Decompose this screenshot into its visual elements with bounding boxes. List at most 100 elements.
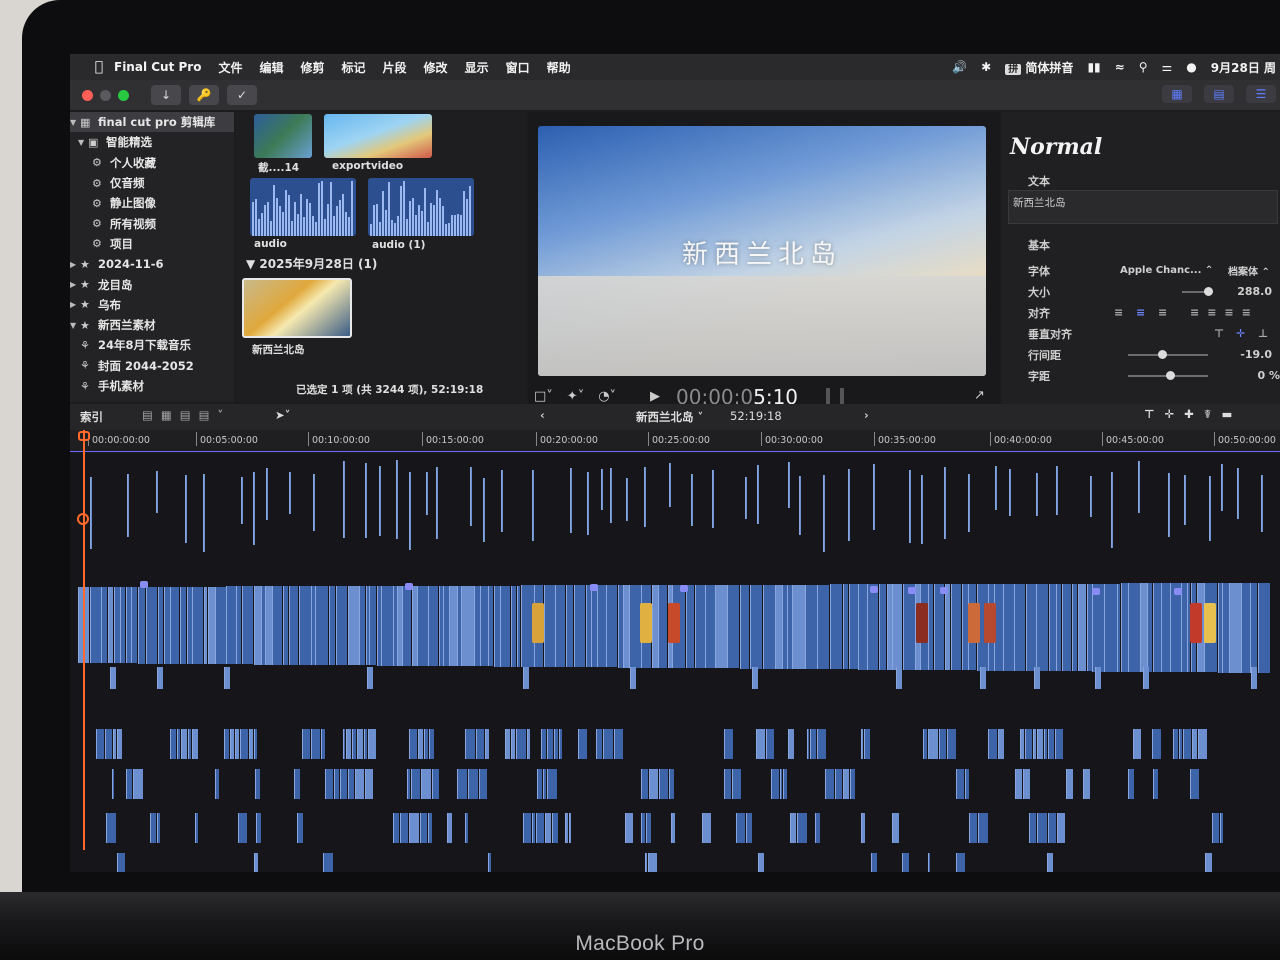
transform-icon[interactable]: □˅: [534, 389, 553, 404]
timeline-clip[interactable]: [848, 584, 858, 670]
menu-clock[interactable]: 9月28日 周: [1211, 59, 1276, 76]
timeline-clip[interactable]: [817, 584, 830, 670]
timeline-clip[interactable]: [176, 729, 180, 759]
timeline-clip[interactable]: [641, 813, 646, 843]
photo-clip[interactable]: [532, 603, 544, 643]
timeline-clip[interactable]: [532, 813, 535, 843]
timeline-clip[interactable]: [630, 667, 637, 689]
timeline-clip[interactable]: [933, 584, 945, 671]
timeline-layout-icon[interactable]: ▤: [1204, 85, 1234, 103]
timeline-clip[interactable]: [510, 585, 517, 667]
background-tasks-icon[interactable]: ✓: [227, 85, 257, 105]
timeline-clip[interactable]: [895, 667, 902, 689]
timeline-clip[interactable]: [195, 813, 198, 843]
search-icon[interactable]: ⚲: [1139, 60, 1148, 74]
timeline-clip[interactable]: [298, 586, 311, 665]
timeline-clip[interactable]: [909, 470, 912, 543]
timeline-clip[interactable]: [944, 584, 951, 671]
timeline-clip[interactable]: [787, 729, 794, 759]
timeline-clip[interactable]: [311, 586, 315, 665]
marker[interactable]: [140, 581, 148, 589]
timeline-clip[interactable]: [610, 468, 613, 524]
timeline-clip[interactable]: [1086, 583, 1092, 672]
timeline-clip[interactable]: [1033, 667, 1040, 689]
timeline-clip[interactable]: [1250, 583, 1258, 673]
timeline-clip[interactable]: [156, 813, 161, 843]
battery-icon[interactable]: ▮▮: [1087, 60, 1100, 74]
timeline-clip[interactable]: [1054, 729, 1063, 759]
timeline-clip[interactable]: [727, 584, 740, 669]
history-forward-icon[interactable]: ›: [864, 408, 869, 422]
timeline-clip[interactable]: [669, 462, 672, 507]
date-group-header[interactable]: ▼ 2025年9月28日 (1): [246, 255, 377, 272]
timeline-clip[interactable]: [106, 813, 116, 843]
timeline-clip[interactable]: [775, 584, 782, 669]
timeline-clip[interactable]: [265, 467, 268, 521]
timeline-clip[interactable]: [408, 729, 418, 759]
timeline-clip[interactable]: [606, 585, 618, 668]
timeline-clip[interactable]: [156, 470, 159, 514]
timeline-clip[interactable]: [1173, 729, 1179, 759]
size-value[interactable]: 288.0: [1237, 285, 1272, 298]
timeline-clip[interactable]: [1190, 769, 1200, 799]
timeline-clip[interactable]: [101, 586, 108, 664]
timeline-clip[interactable]: [1037, 813, 1047, 843]
timeline-clip[interactable]: [927, 853, 931, 872]
slider-knob[interactable]: [1166, 371, 1175, 380]
valign-bottom-icon[interactable]: ⊥: [1258, 327, 1268, 340]
timeline-clip[interactable]: [335, 586, 348, 666]
timeline-clip[interactable]: [474, 585, 480, 667]
select-tool-icon[interactable]: ➤˅: [275, 408, 290, 422]
timeline-clip[interactable]: [485, 729, 489, 759]
timeline-clip[interactable]: [1220, 464, 1223, 511]
marker[interactable]: [680, 585, 688, 593]
timeline-clip[interactable]: [938, 729, 947, 759]
marker[interactable]: [908, 586, 916, 594]
timeline-clip[interactable]: [782, 584, 787, 669]
timeline-clip[interactable]: [950, 584, 961, 671]
timeline-clip[interactable]: [1128, 583, 1140, 672]
timeline-clip[interactable]: [723, 729, 733, 759]
control-center-icon[interactable]: ⚌: [1162, 60, 1173, 74]
menu-window[interactable]: 窗口: [506, 59, 530, 76]
timeline-clip[interactable]: [369, 586, 377, 666]
timeline-clip[interactable]: [625, 813, 634, 843]
timeline-clip[interactable]: [283, 586, 289, 665]
timeline-clip[interactable]: [302, 729, 310, 759]
siri-icon[interactable]: ●: [1186, 60, 1196, 74]
timeline-clip[interactable]: [755, 729, 765, 759]
timeline-clip[interactable]: [1015, 769, 1022, 799]
bluetooth-icon[interactable]: ✱: [981, 60, 991, 74]
keyword-row[interactable]: ⚘ 24年8月下载音乐: [70, 335, 234, 355]
timeline-clip[interactable]: [565, 813, 568, 843]
timeline-clip[interactable]: [500, 585, 511, 667]
timeline-clip[interactable]: [532, 470, 535, 541]
menu-trim[interactable]: 修剪: [301, 59, 325, 76]
timeline-clip[interactable]: [288, 472, 291, 515]
timeline-clip[interactable]: [829, 584, 843, 670]
timeline-clip[interactable]: [798, 475, 801, 536]
event-row[interactable]: ▼ ★ 新西兰素材: [70, 315, 234, 335]
event-row[interactable]: ▶ ★ 乌布: [70, 295, 234, 315]
slider-knob[interactable]: [1204, 287, 1213, 296]
timeline-clip[interactable]: [426, 472, 429, 515]
import-icon[interactable]: ↓: [151, 85, 181, 105]
timeline-clip[interactable]: [163, 586, 170, 664]
timeline-clip[interactable]: [1198, 729, 1207, 759]
timeline-clip[interactable]: [428, 585, 439, 666]
timeline-clip[interactable]: [1132, 729, 1141, 759]
timeline-clip[interactable]: [410, 769, 421, 799]
photo-clip[interactable]: [968, 603, 980, 643]
timeline-clip[interactable]: [355, 769, 364, 799]
timeline-clip[interactable]: [969, 813, 977, 843]
timeline-clip[interactable]: [783, 769, 787, 799]
inspector-layout-icon[interactable]: ☰: [1246, 85, 1276, 103]
marker[interactable]: [870, 586, 878, 594]
photo-clip[interactable]: [1190, 603, 1202, 643]
timeline-clip[interactable]: [293, 769, 300, 799]
timeline-clip[interactable]: [333, 769, 340, 799]
line-spacing-value[interactable]: -19.0: [1240, 348, 1272, 361]
timeline-clip[interactable]: [892, 584, 903, 670]
timeline-clip[interactable]: [117, 853, 125, 872]
timeline-clip[interactable]: [378, 465, 381, 537]
